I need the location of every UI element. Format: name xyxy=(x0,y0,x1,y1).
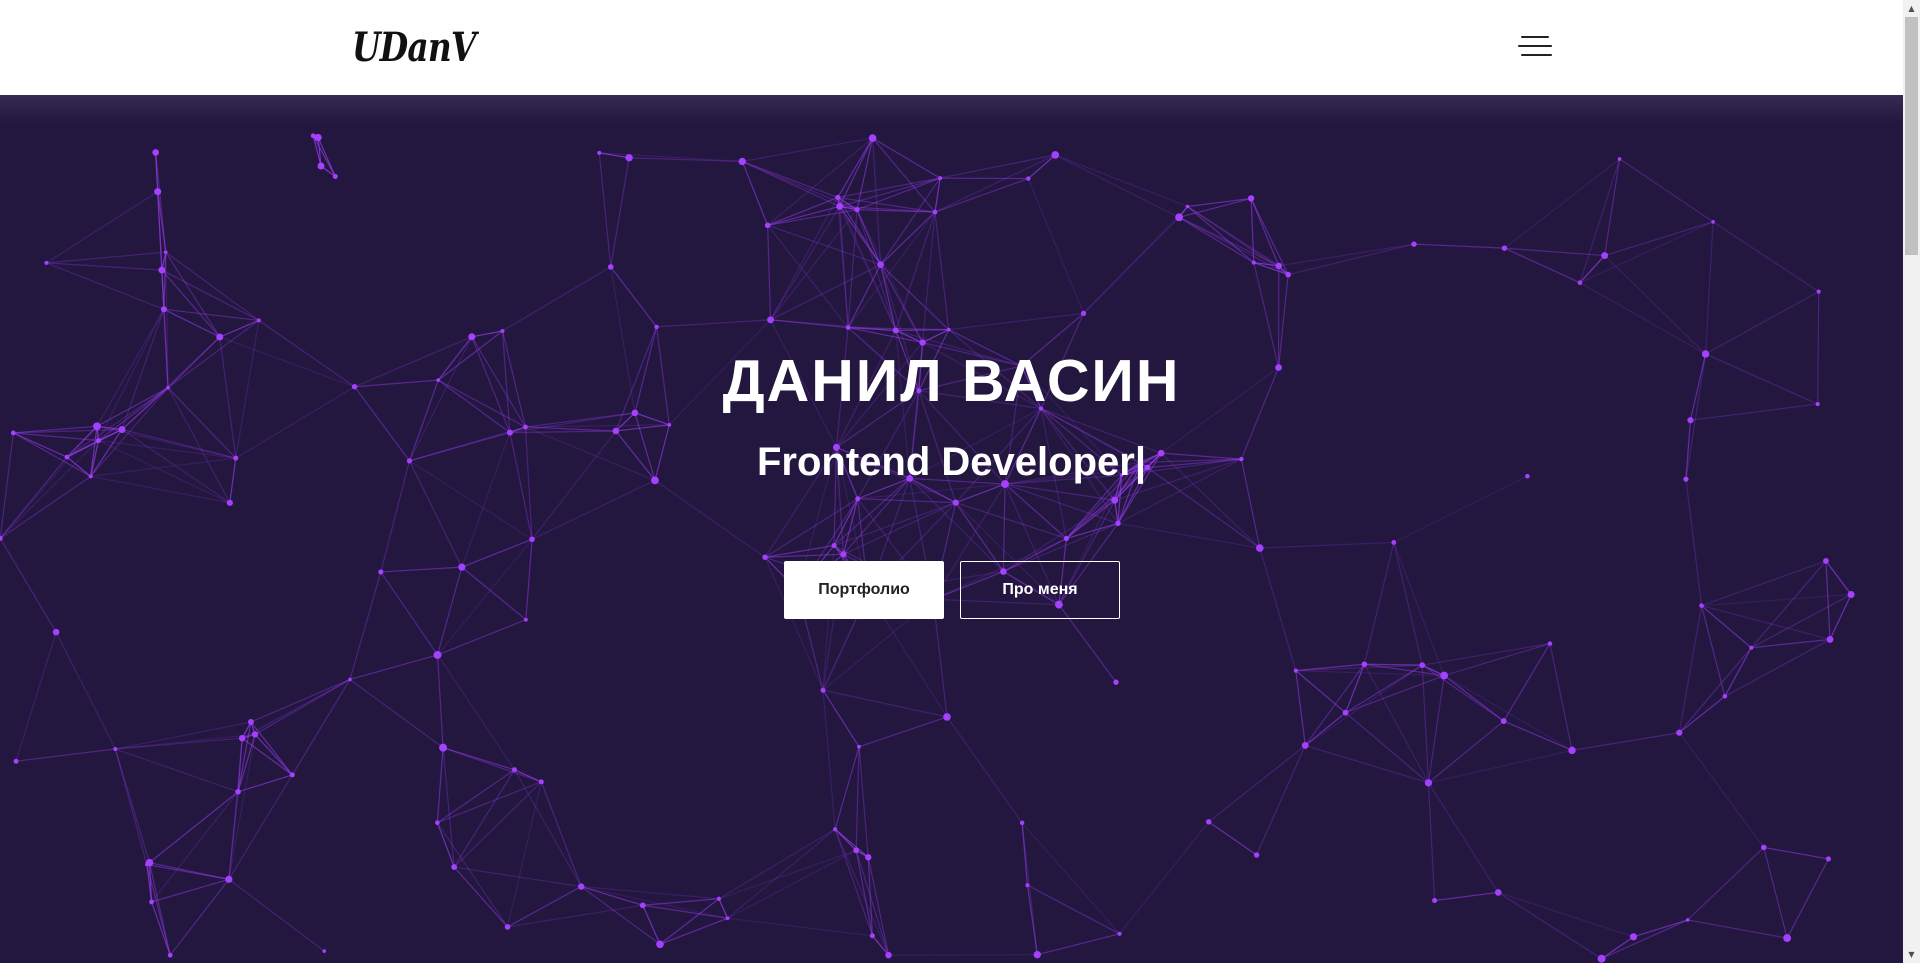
vertical-scrollbar[interactable]: ▲ ▼ xyxy=(1903,0,1920,963)
menu-line xyxy=(1518,45,1552,47)
scroll-down-arrow-icon[interactable]: ▼ xyxy=(1903,946,1920,963)
menu-line xyxy=(1521,54,1552,56)
scroll-up-arrow-icon[interactable]: ▲ xyxy=(1903,0,1920,17)
scrollbar-thumb[interactable] xyxy=(1905,17,1918,255)
hero-content: ДАНИЛ ВАСИН Frontend Developer| Портфоли… xyxy=(0,95,1903,963)
menu-line xyxy=(1521,36,1549,38)
hamburger-menu-icon[interactable] xyxy=(1518,36,1552,58)
hero-subtitle: Frontend Developer| xyxy=(756,440,1147,484)
site-header: UDanV xyxy=(0,0,1903,95)
page: UDanV ДАНИЛ ВАСИН Frontend Developer| По… xyxy=(0,0,1920,963)
portfolio-button[interactable]: Портфолио xyxy=(784,561,944,619)
about-me-button[interactable]: Про меня xyxy=(960,561,1120,619)
hero-section: ДАНИЛ ВАСИН Frontend Developer| Портфоли… xyxy=(0,95,1903,963)
site-logo[interactable]: UDanV xyxy=(352,24,476,72)
hero-title: ДАНИЛ ВАСИН xyxy=(722,348,1181,414)
